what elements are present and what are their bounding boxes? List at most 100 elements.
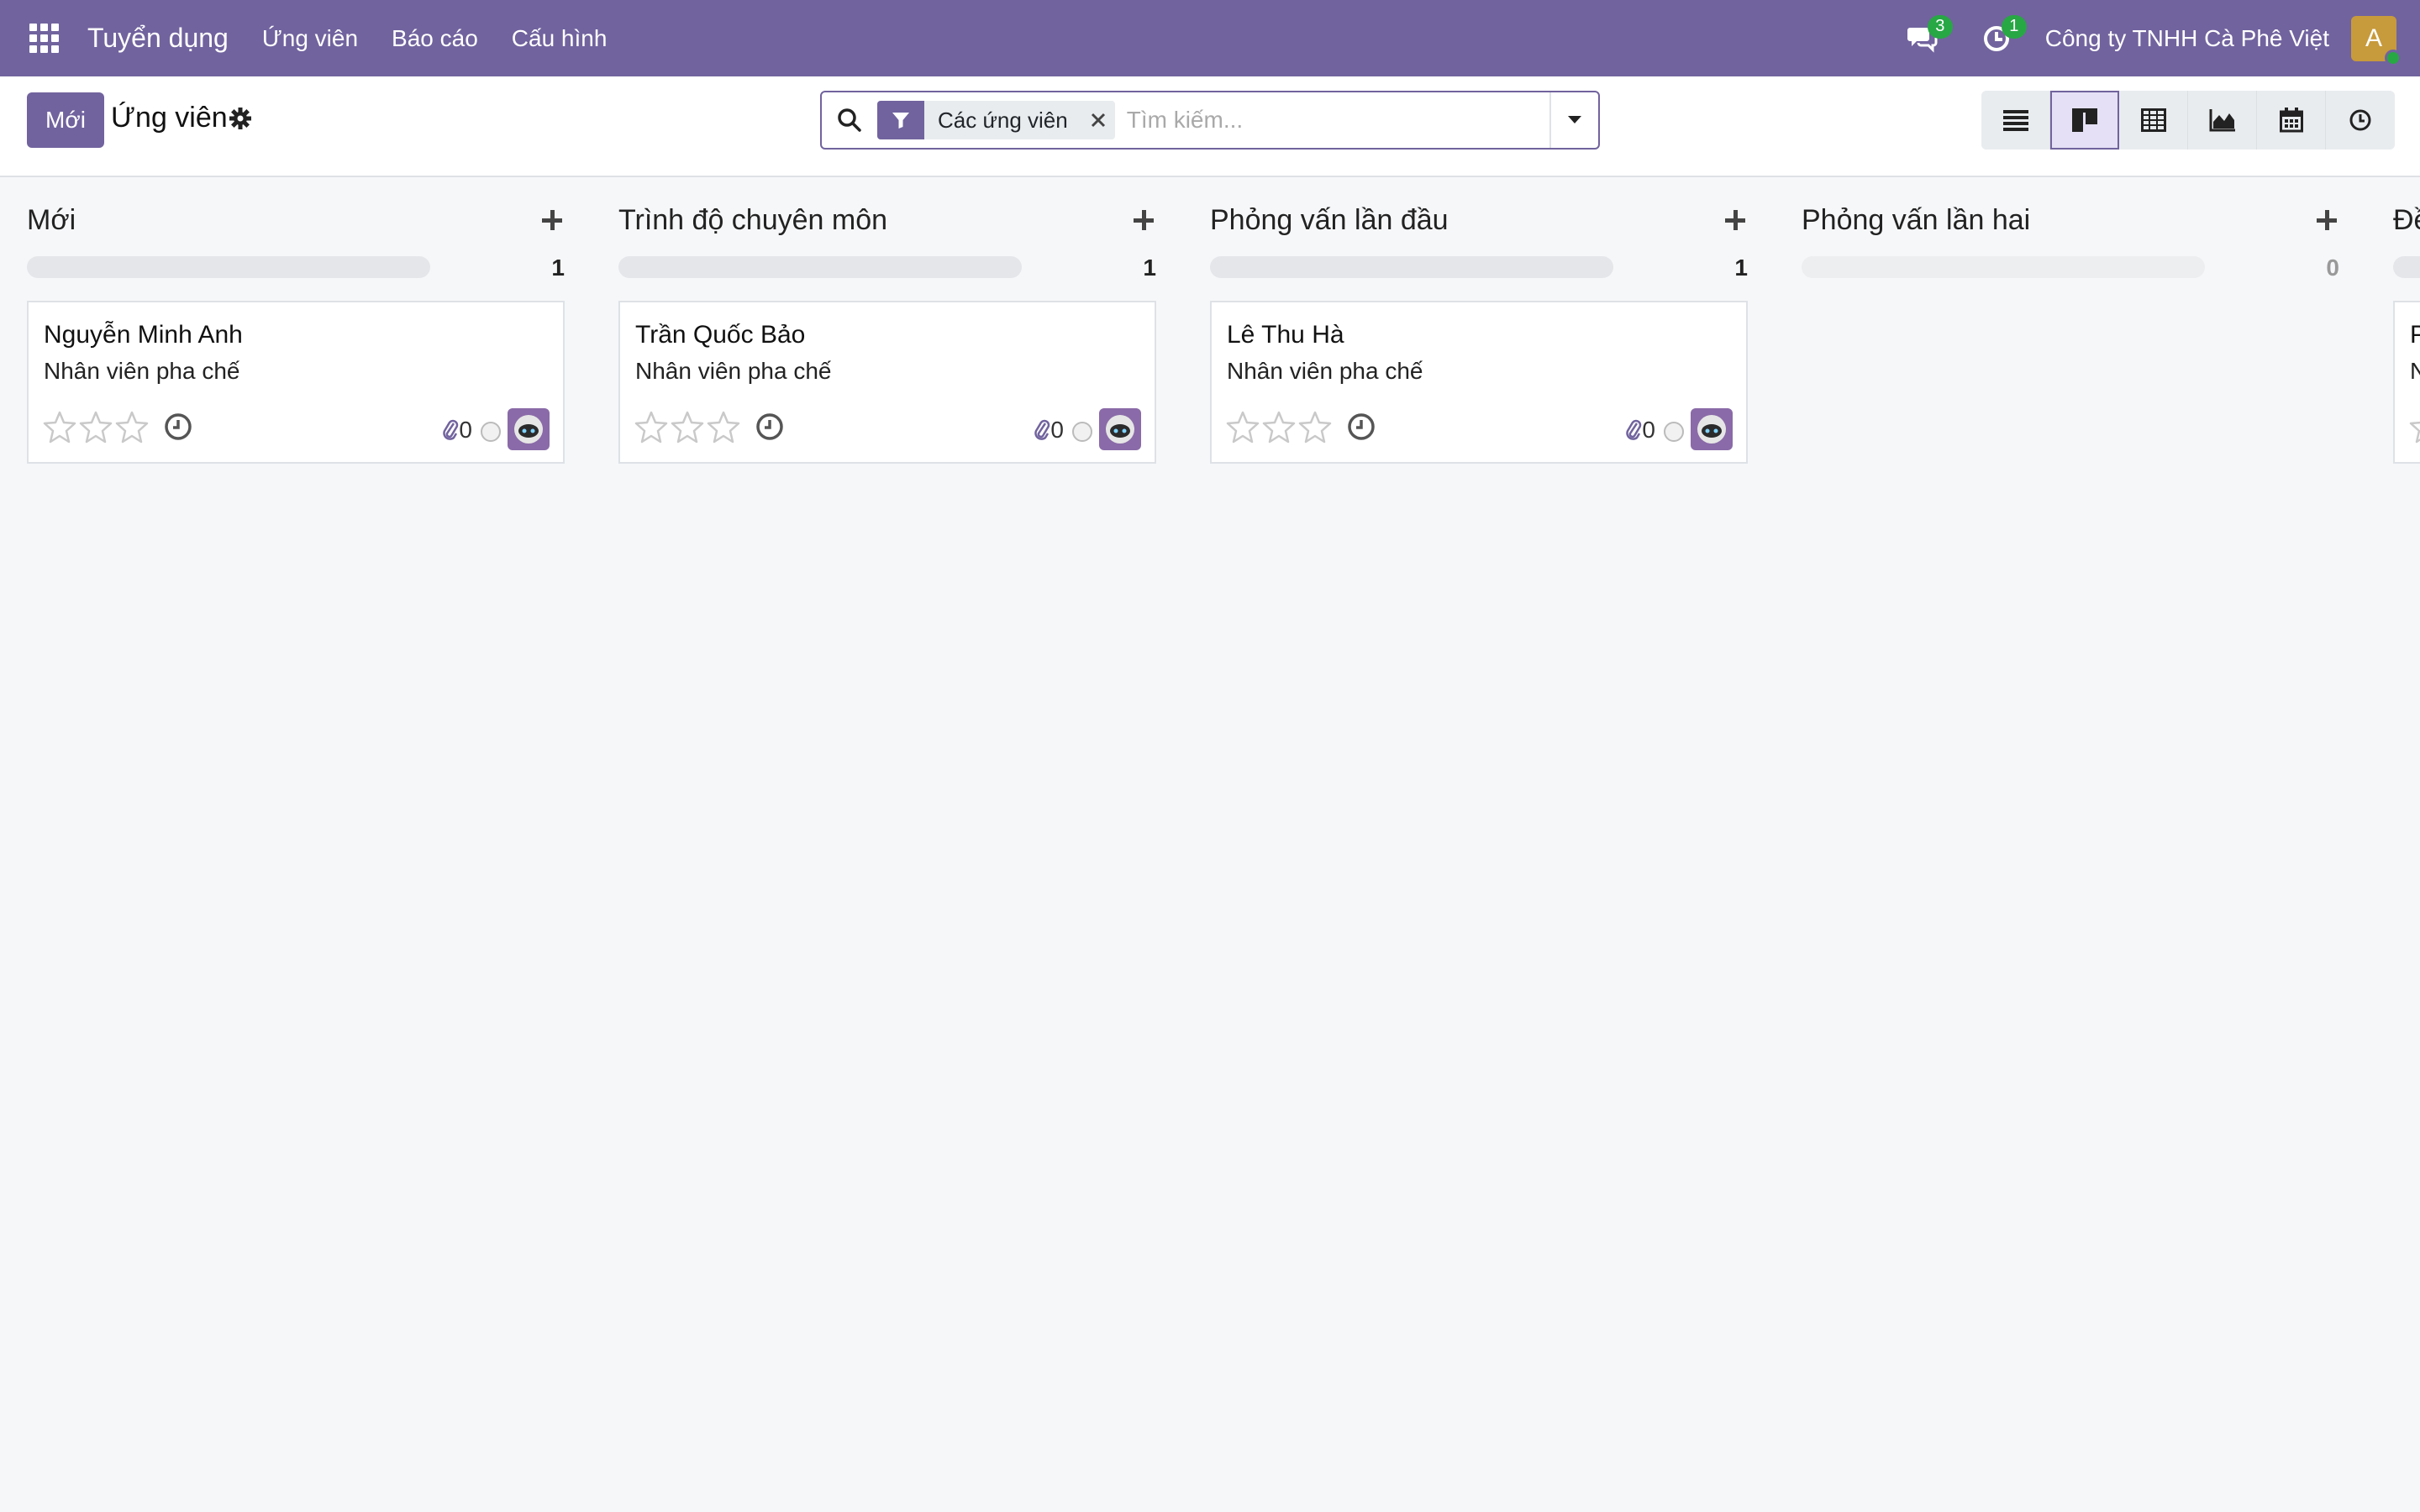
quick-create-button[interactable] bbox=[1131, 207, 1156, 233]
star-icon[interactable] bbox=[670, 410, 705, 444]
bot-avatar-icon bbox=[1106, 415, 1134, 444]
close-icon[interactable] bbox=[1081, 112, 1115, 129]
messages-badge: 3 bbox=[1927, 15, 1953, 39]
bot-avatar-icon bbox=[514, 415, 543, 444]
star-icon[interactable] bbox=[1297, 410, 1333, 444]
kanban-icon bbox=[2072, 108, 2097, 132]
applicant-card[interactable]: Nguyễn Minh Anh Nhân viên pha chế 0 bbox=[27, 301, 565, 464]
page-title: Ứng viên bbox=[111, 102, 228, 134]
priority-stars bbox=[1225, 410, 1334, 444]
table-icon bbox=[2140, 108, 2166, 132]
column-progress-bar bbox=[618, 256, 1022, 278]
column-title: Phỏng vấn lần hai bbox=[1802, 204, 2031, 236]
column-title: Phỏng vấn lần đầu bbox=[1210, 204, 1449, 236]
calendar-view-button[interactable] bbox=[2257, 91, 2326, 150]
view-switcher bbox=[1981, 91, 2395, 150]
graph-view-button[interactable] bbox=[2188, 91, 2257, 150]
kanban-view-button[interactable] bbox=[2050, 91, 2119, 150]
search-facet: Các ứng viên bbox=[877, 101, 1115, 139]
paperclip-icon bbox=[1034, 419, 1050, 440]
kanban-state-dot[interactable] bbox=[1664, 422, 1684, 442]
column-progress-bar bbox=[1802, 256, 2205, 278]
new-button[interactable]: Mới bbox=[27, 92, 104, 148]
user-avatar[interactable] bbox=[1691, 408, 1733, 450]
list-icon bbox=[2002, 110, 2028, 131]
menu-item-configuration[interactable]: Cấu hình bbox=[512, 25, 608, 52]
quick-create-button[interactable] bbox=[2314, 207, 2339, 233]
menu-item-applicants[interactable]: Ứng viên bbox=[262, 25, 358, 52]
column-title: Đề nghị hợp đồng bbox=[2393, 204, 2420, 236]
job-position: Nhân viên pha chế bbox=[635, 358, 832, 384]
company-switcher[interactable]: Công ty TNHH Cà Phê Việt bbox=[2045, 25, 2329, 52]
star-icon[interactable] bbox=[114, 410, 150, 444]
star-icon[interactable] bbox=[706, 410, 741, 444]
pivot-view-button[interactable] bbox=[2119, 91, 2188, 150]
applicant-card[interactable]: Phạm Văn Hùng Nhân viên pha chế bbox=[2393, 301, 2420, 464]
applicant-name: Lê Thu Hà bbox=[1227, 321, 1344, 349]
activities-badge: 1 bbox=[2001, 15, 2027, 39]
star-icon[interactable] bbox=[1261, 410, 1297, 444]
apps-menu-icon[interactable] bbox=[0, 0, 87, 76]
kanban-state-dot[interactable] bbox=[481, 422, 501, 442]
kanban-state-dot[interactable] bbox=[1072, 422, 1092, 442]
attachments-count: 0 bbox=[459, 417, 472, 443]
star-icon[interactable] bbox=[1225, 410, 1260, 444]
menu-item-reports[interactable]: Báo cáo bbox=[392, 25, 478, 52]
quick-create-button[interactable] bbox=[539, 207, 565, 233]
priority-stars bbox=[42, 410, 150, 444]
activity-view-button[interactable] bbox=[2326, 91, 2395, 150]
activity-clock-icon[interactable] bbox=[1346, 412, 1376, 442]
search-options-toggle[interactable] bbox=[1549, 92, 1598, 148]
column-progress-bar bbox=[27, 256, 430, 278]
column-header: Mới bbox=[27, 204, 565, 246]
job-position: Nhân viên pha chế bbox=[44, 358, 240, 384]
paperclip-icon bbox=[443, 419, 459, 440]
area-chart-icon bbox=[2209, 109, 2235, 132]
star-icon[interactable] bbox=[78, 410, 113, 444]
column-header: Trình độ chuyên môn bbox=[618, 204, 1156, 246]
applicant-card[interactable]: Trần Quốc Bảo Nhân viên pha chế 0 bbox=[618, 301, 1156, 464]
messages-button[interactable]: 3 bbox=[1897, 0, 1953, 76]
priority-stars bbox=[2408, 410, 2420, 444]
priority-stars bbox=[634, 410, 742, 444]
column-header: Phỏng vấn lần hai bbox=[1802, 204, 2339, 246]
column-title: Mới bbox=[27, 204, 76, 236]
search-bar: Các ứng viên bbox=[820, 91, 1600, 150]
search-input[interactable] bbox=[1126, 99, 1549, 141]
paperclip-icon bbox=[1626, 419, 1642, 440]
column-progress-bar bbox=[2393, 256, 2420, 278]
column-header: Phỏng vấn lần đầu bbox=[1210, 204, 1748, 246]
attachments-counter[interactable]: 0 bbox=[442, 417, 472, 444]
activity-clock-icon[interactable] bbox=[163, 412, 193, 442]
list-view-button[interactable] bbox=[1981, 91, 2050, 150]
attachments-count: 0 bbox=[1642, 417, 1655, 443]
job-position: Nhân viên pha chế bbox=[2410, 358, 2420, 384]
activity-clock-icon[interactable] bbox=[755, 412, 785, 442]
user-initial: A bbox=[2365, 24, 2382, 52]
search-icon[interactable] bbox=[822, 108, 877, 133]
user-avatar[interactable] bbox=[508, 408, 550, 450]
attachments-counter[interactable]: 0 bbox=[1625, 417, 1655, 444]
attachments-counter[interactable]: 0 bbox=[1034, 417, 1064, 444]
quick-create-button[interactable] bbox=[1723, 207, 1748, 233]
star-icon[interactable] bbox=[634, 410, 669, 444]
app-name[interactable]: Tuyển dụng bbox=[87, 23, 229, 54]
gear-icon[interactable] bbox=[229, 107, 252, 134]
column-count: 1 bbox=[1734, 255, 1748, 281]
user-avatar[interactable] bbox=[1099, 408, 1141, 450]
column-count: 0 bbox=[2326, 255, 2339, 281]
star-icon[interactable] bbox=[42, 410, 77, 444]
column-count: 1 bbox=[1143, 255, 1156, 281]
kanban-board: Mới 1 Nguyễn Minh Anh Nhân viên pha chế … bbox=[0, 179, 2420, 1512]
star-icon[interactable] bbox=[2408, 410, 2420, 444]
filter-icon bbox=[877, 101, 924, 139]
column-title: Trình độ chuyên môn bbox=[618, 204, 888, 236]
clock-icon bbox=[2349, 109, 2371, 131]
job-position: Nhân viên pha chế bbox=[1227, 358, 1423, 384]
user-avatar[interactable]: A bbox=[2351, 15, 2402, 66]
online-status-dot bbox=[2385, 49, 2402, 66]
caret-down-icon bbox=[1568, 116, 1581, 123]
applicant-card[interactable]: Lê Thu Hà Nhân viên pha chế 0 bbox=[1210, 301, 1748, 464]
activities-button[interactable]: 1 bbox=[1971, 0, 2027, 76]
facet-label: Các ứng viên bbox=[938, 107, 1068, 133]
